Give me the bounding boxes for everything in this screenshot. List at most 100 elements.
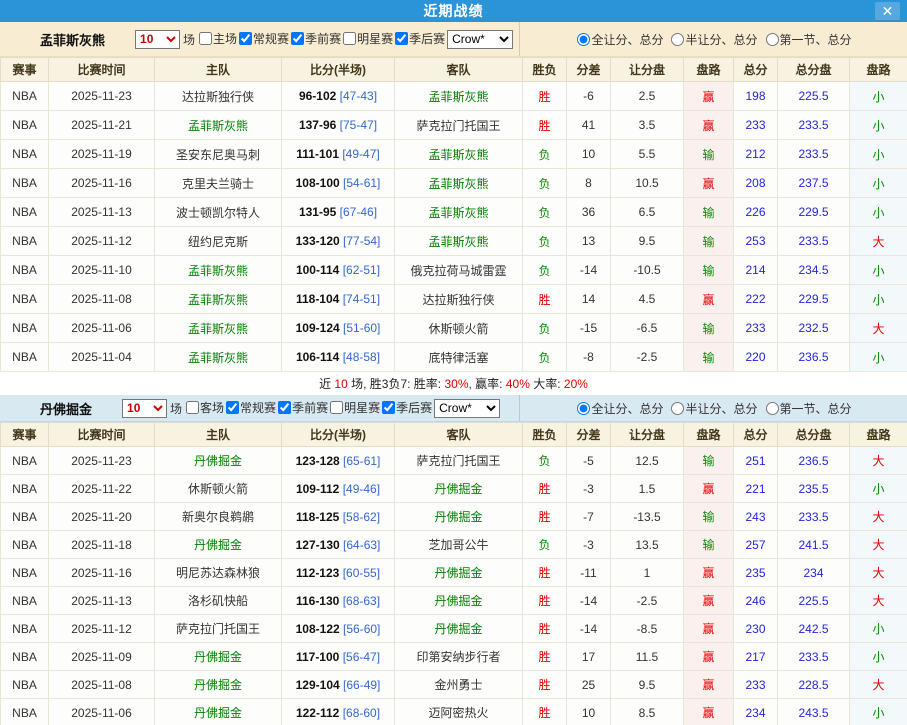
cell-handicap_result: 赢 bbox=[684, 615, 734, 643]
cell-total_line: 225.5 bbox=[778, 587, 850, 615]
checkbox-label: 季后赛 bbox=[409, 30, 445, 47]
filter-checkbox[interactable]: 常规赛 bbox=[237, 30, 289, 47]
cell-ou: 大 bbox=[850, 531, 907, 559]
cell-ou: 大 bbox=[850, 671, 907, 699]
line-type-radio[interactable]: 半让分、总分 bbox=[669, 400, 757, 417]
cell-diff: -7 bbox=[567, 503, 611, 531]
radio-label: 全让分、总分 bbox=[591, 400, 663, 417]
line-type-radio[interactable]: 全让分、总分 bbox=[575, 31, 663, 48]
cell-score: 109-124 [51-60] bbox=[282, 314, 395, 343]
odds-source-select[interactable]: Crow* bbox=[447, 30, 513, 49]
summary-text: 大率: bbox=[530, 375, 564, 392]
cell-date: 2025-11-18 bbox=[49, 531, 155, 559]
cell-ou: 小 bbox=[850, 615, 907, 643]
cell-diff: 10 bbox=[567, 140, 611, 169]
cell-date: 2025-11-12 bbox=[49, 615, 155, 643]
radio-input[interactable] bbox=[577, 402, 590, 415]
cell-handicap_result: 输 bbox=[684, 227, 734, 256]
line-type-radio[interactable]: 第一节、总分 bbox=[764, 31, 852, 48]
radio-input[interactable] bbox=[671, 402, 684, 415]
full-score: 127-130 bbox=[296, 538, 340, 552]
filter-checkbox[interactable]: 明星赛 bbox=[341, 30, 393, 47]
cell-result: 胜 bbox=[523, 82, 567, 111]
full-score: 96-102 bbox=[299, 89, 336, 103]
full-score: 123-128 bbox=[296, 454, 340, 468]
filter-checkbox[interactable]: 季后赛 bbox=[393, 30, 445, 47]
cell-total: 251 bbox=[734, 447, 778, 475]
filter-checkbox[interactable]: 季前赛 bbox=[276, 399, 328, 416]
cell-total: 212 bbox=[734, 140, 778, 169]
cell-away: 底特律活塞 bbox=[395, 343, 523, 372]
checkbox-input[interactable] bbox=[226, 401, 239, 414]
checkbox-input[interactable] bbox=[239, 32, 252, 45]
checkbox-input[interactable] bbox=[395, 32, 408, 45]
filter-bar-nuggets: 丹佛掘金 10 场 客场常规赛季前赛明星赛季后赛 Crow* 全让分、总分半让分… bbox=[0, 395, 907, 422]
filter-checkbox[interactable]: 季后赛 bbox=[380, 399, 432, 416]
line-type-radio[interactable]: 全让分、总分 bbox=[575, 400, 663, 417]
games-count-select[interactable]: 10 bbox=[122, 399, 167, 418]
cell-league: NBA bbox=[1, 671, 49, 699]
radio-input[interactable] bbox=[766, 33, 779, 46]
odds-source-select[interactable]: Crow* bbox=[434, 399, 500, 418]
cell-handicap: -8.5 bbox=[611, 615, 684, 643]
cell-away: 迈阿密热火 bbox=[395, 699, 523, 725]
radio-input[interactable] bbox=[671, 33, 684, 46]
checkbox-input[interactable] bbox=[186, 401, 199, 414]
cell-total_line: 242.5 bbox=[778, 615, 850, 643]
cell-handicap: 3.5 bbox=[611, 111, 684, 140]
half-score: [64-63] bbox=[343, 538, 380, 552]
filter-checkbox[interactable]: 明星赛 bbox=[328, 399, 380, 416]
cell-handicap_result: 赢 bbox=[684, 285, 734, 314]
checkbox-input[interactable] bbox=[278, 401, 291, 414]
cell-home: 新奥尔良鹈鹕 bbox=[155, 503, 282, 531]
cell-diff: 13 bbox=[567, 227, 611, 256]
cell-handicap: -13.5 bbox=[611, 503, 684, 531]
half-score: [49-46] bbox=[343, 482, 380, 496]
radio-input[interactable] bbox=[766, 402, 779, 415]
cell-diff: -14 bbox=[567, 615, 611, 643]
cell-league: NBA bbox=[1, 615, 49, 643]
cell-total: 234 bbox=[734, 699, 778, 725]
radio-label: 全让分、总分 bbox=[591, 31, 663, 48]
column-header: 盘路 bbox=[850, 58, 907, 82]
checkbox-input[interactable] bbox=[343, 32, 356, 45]
close-icon[interactable]: ✕ bbox=[875, 2, 900, 20]
window-titlebar: 近期战绩 ✕ bbox=[0, 0, 907, 22]
radio-input[interactable] bbox=[577, 33, 590, 46]
line-type-radio[interactable]: 半让分、总分 bbox=[669, 31, 757, 48]
filter-checkbox[interactable]: 主场 bbox=[197, 30, 237, 47]
line-type-radio[interactable]: 第一节、总分 bbox=[764, 400, 852, 417]
checkbox-input[interactable] bbox=[199, 32, 212, 45]
section-grizzlies: 孟菲斯灰熊 10 场 主场常规赛季前赛明星赛季后赛 Crow* 全让分、总分半让… bbox=[0, 22, 907, 395]
cell-handicap_result: 赢 bbox=[684, 111, 734, 140]
table-row: NBA2025-11-22休斯顿火箭109-112 [49-46]丹佛掘金胜-3… bbox=[1, 475, 907, 503]
cell-result: 胜 bbox=[523, 587, 567, 615]
cell-result: 负 bbox=[523, 198, 567, 227]
half-score: [68-60] bbox=[343, 706, 380, 720]
cell-away: 丹佛掘金 bbox=[395, 587, 523, 615]
filter-checkbox[interactable]: 季前赛 bbox=[289, 30, 341, 47]
cell-league: NBA bbox=[1, 531, 49, 559]
cell-total_line: 236.5 bbox=[778, 343, 850, 372]
cell-home: 明尼苏达森林狼 bbox=[155, 559, 282, 587]
cell-score: 111-101 [49-47] bbox=[282, 140, 395, 169]
cell-home: 孟菲斯灰熊 bbox=[155, 256, 282, 285]
checkbox-input[interactable] bbox=[382, 401, 395, 414]
checkbox-input[interactable] bbox=[291, 32, 304, 45]
games-count-select[interactable]: 10 bbox=[135, 30, 180, 49]
summary-text: 20% bbox=[564, 377, 588, 391]
filter-checkbox[interactable]: 客场 bbox=[184, 399, 224, 416]
cell-league: NBA bbox=[1, 198, 49, 227]
cell-handicap_result: 赢 bbox=[684, 82, 734, 111]
column-header: 客队 bbox=[395, 423, 523, 447]
cell-date: 2025-11-12 bbox=[49, 227, 155, 256]
cell-home: 克里夫兰骑士 bbox=[155, 169, 282, 198]
half-score: [62-51] bbox=[343, 263, 380, 277]
cell-diff: -3 bbox=[567, 475, 611, 503]
column-header: 主队 bbox=[155, 423, 282, 447]
cell-diff: 10 bbox=[567, 699, 611, 725]
cell-date: 2025-11-09 bbox=[49, 643, 155, 671]
checkbox-input[interactable] bbox=[330, 401, 343, 414]
cell-home: 孟菲斯灰熊 bbox=[155, 343, 282, 372]
filter-checkbox[interactable]: 常规赛 bbox=[224, 399, 276, 416]
